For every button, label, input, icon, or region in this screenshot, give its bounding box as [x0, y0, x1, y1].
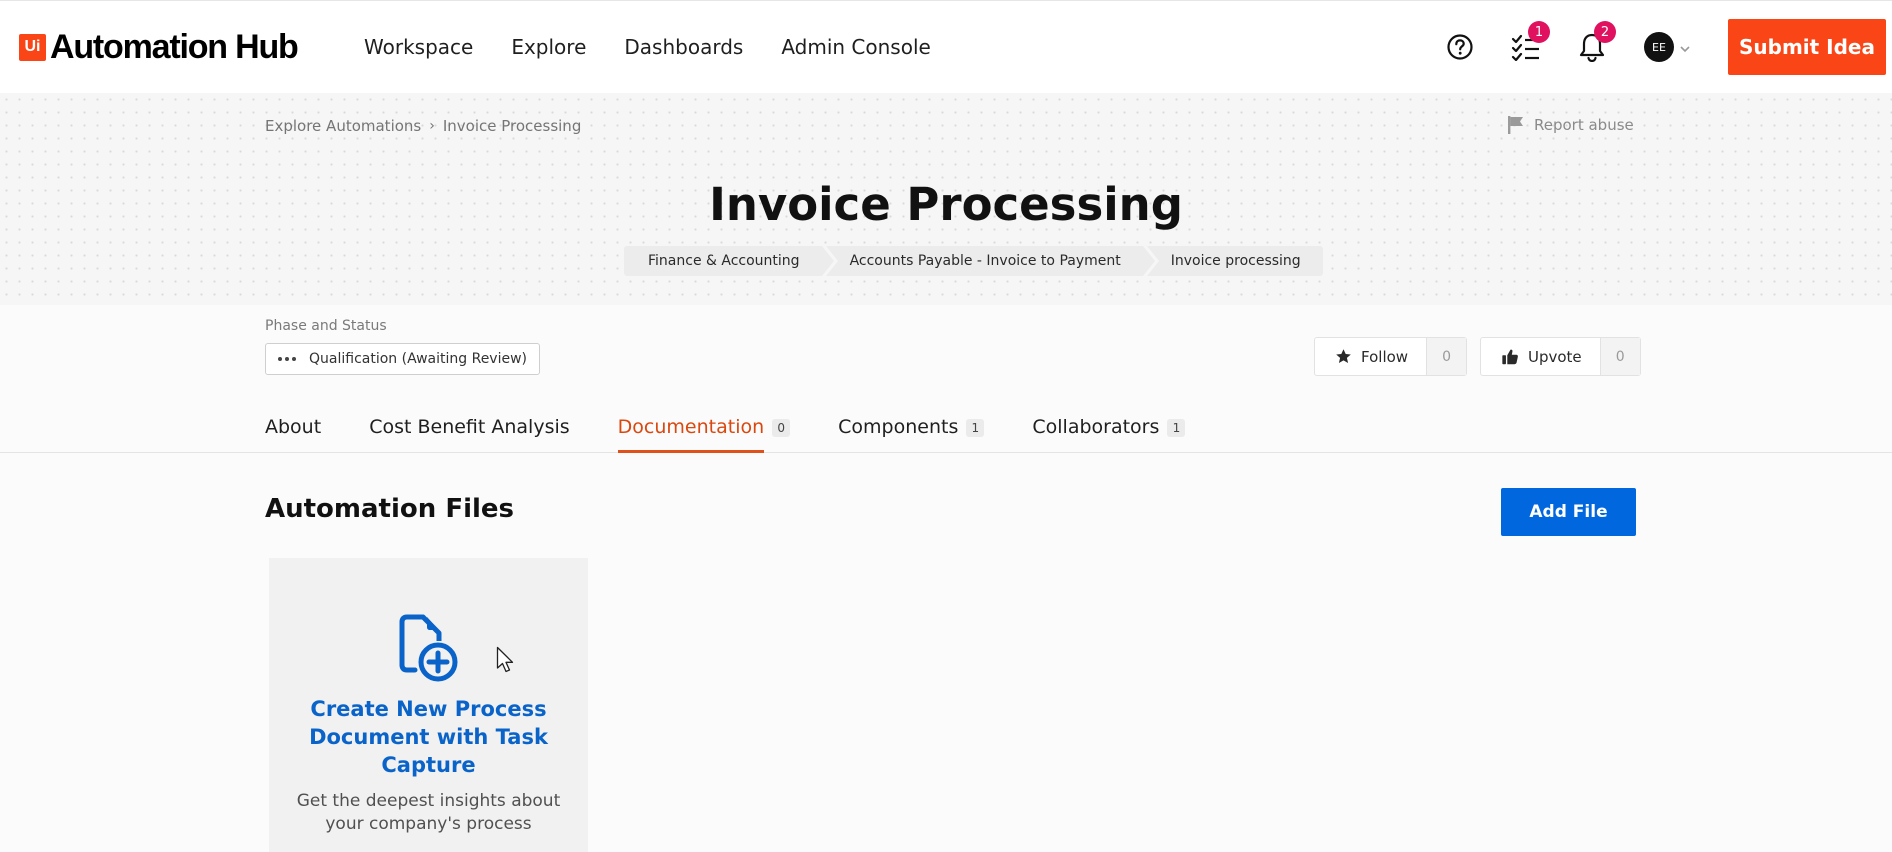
breadcrumb-explore-automations[interactable]: Explore Automations — [265, 117, 421, 135]
uipath-logo: Ui — [19, 33, 46, 61]
follow-count: 0 — [1426, 338, 1467, 375]
user-avatar[interactable]: EE — [1644, 32, 1674, 62]
tab-label: Collaborators — [1032, 416, 1160, 438]
tab-label: Documentation — [617, 416, 765, 438]
submit-idea-button[interactable]: Submit Idea — [1728, 19, 1886, 75]
page-title: Invoice Processing — [709, 178, 1183, 231]
category-level-3[interactable]: Invoice processing — [1146, 246, 1323, 276]
upvote-button[interactable]: Upvote 0 — [1480, 337, 1641, 376]
tab-documentation[interactable]: Documentation 0 — [617, 416, 791, 453]
tab-about[interactable]: About — [265, 416, 321, 453]
tab-label: Components — [838, 416, 959, 438]
nav-dashboards[interactable]: Dashboards — [624, 35, 743, 59]
upvote-count: 0 — [1599, 338, 1640, 375]
more-dots-icon — [278, 357, 299, 361]
category-level-1[interactable]: Finance & Accounting — [624, 246, 834, 276]
category-path: Finance & Accounting Accounts Payable - … — [624, 246, 1323, 276]
follow-button[interactable]: Follow 0 — [1314, 337, 1468, 376]
tab-count-badge: 0 — [772, 419, 791, 437]
tab-components[interactable]: Components 1 — [838, 416, 985, 453]
follow-label: Follow — [1361, 347, 1409, 366]
task-list-icon[interactable]: 1 — [1510, 21, 1550, 63]
breadcrumb-current: Invoice Processing — [442, 117, 582, 135]
help-icon[interactable] — [1444, 31, 1476, 63]
tasks-badge: 1 — [1528, 21, 1550, 43]
create-process-document-card[interactable]: Create New Process Document with Task Ca… — [269, 558, 588, 852]
phase-status-value: Qualification (Awaiting Review) — [309, 351, 528, 367]
tab-label: About — [265, 416, 322, 438]
nav-explore[interactable]: Explore — [511, 35, 586, 59]
tab-cost-benefit-analysis[interactable]: Cost Benefit Analysis — [369, 416, 569, 453]
report-abuse-label: Report abuse — [1534, 116, 1634, 134]
phase-status-label: Phase and Status — [265, 318, 387, 334]
brand[interactable]: Ui Automation Hub — [19, 28, 299, 66]
tab-count-badge: 1 — [1167, 419, 1186, 437]
add-file-button[interactable]: Add File — [1501, 488, 1636, 536]
hero-banner: Explore Automations › Invoice Processing… — [0, 93, 1892, 305]
thumbs-up-icon — [1502, 349, 1518, 364]
upvote-label: Upvote — [1528, 347, 1582, 366]
nav-workspace[interactable]: Workspace — [364, 35, 473, 59]
top-navbar: Ui Automation Hub Workspace Explore Dash… — [0, 0, 1892, 93]
chevron-down-icon[interactable] — [1679, 39, 1691, 58]
tab-bar: About Cost Benefit Analysis Documentatio… — [265, 416, 1233, 453]
star-icon — [1336, 349, 1351, 363]
document-add-icon — [397, 613, 461, 689]
flag-icon — [1508, 116, 1523, 134]
card-title: Create New Process Document with Task Ca… — [309, 697, 548, 777]
breadcrumb: Explore Automations › Invoice Processing — [265, 117, 581, 135]
bell-icon[interactable]: 2 — [1576, 21, 1616, 63]
section-title: Automation Files — [265, 494, 515, 524]
notifications-badge: 2 — [1594, 21, 1616, 43]
chevron-right-icon: › — [429, 118, 435, 134]
active-tab-indicator — [617, 450, 764, 453]
main-nav: Workspace Explore Dashboards Admin Conso… — [364, 35, 969, 59]
app-name: Automation Hub — [50, 27, 299, 66]
report-abuse-link[interactable]: Report abuse — [1506, 115, 1634, 135]
phase-status-dropdown[interactable]: Qualification (Awaiting Review) — [265, 343, 541, 375]
category-level-2[interactable]: Accounts Payable - Invoice to Payment — [825, 246, 1155, 276]
card-description: Get the deepest insights about your comp… — [296, 791, 561, 834]
tab-collaborators[interactable]: Collaborators 1 — [1032, 416, 1186, 453]
tab-label: Cost Benefit Analysis — [369, 416, 570, 438]
tab-count-badge: 1 — [966, 419, 985, 437]
nav-admin-console[interactable]: Admin Console — [781, 35, 931, 59]
